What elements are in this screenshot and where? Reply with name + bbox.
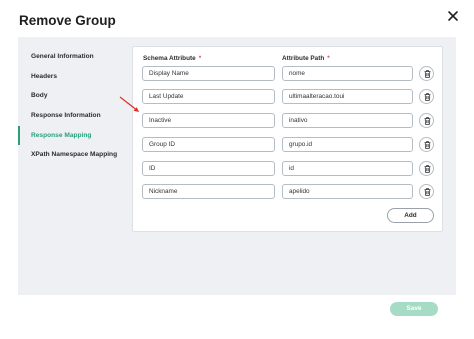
nav-item-headers[interactable]: Headers (18, 69, 130, 89)
close-icon[interactable] (446, 9, 460, 23)
required-mark: * (327, 55, 330, 62)
attribute-path-field[interactable]: ultimaalteracao.toui (282, 89, 413, 104)
nav-item-response-mapping[interactable]: Response Mapping (18, 125, 130, 148)
attribute-path-field[interactable]: nome (282, 66, 413, 81)
add-mapping-button[interactable]: Add (387, 208, 434, 223)
attribute-path-header: Attribute Path * (282, 55, 330, 62)
delete-row-button[interactable] (419, 137, 434, 152)
red-arrow-annotation (118, 95, 142, 120)
trash-icon (424, 93, 430, 101)
required-mark: * (198, 55, 202, 62)
schema-attribute-header: Schema Attribute * (143, 55, 201, 62)
trash-icon (424, 70, 430, 78)
schema-attribute-field[interactable]: Display Name (142, 66, 275, 81)
nav-item-body[interactable]: Body (18, 88, 130, 108)
schema-attribute-field[interactable]: Nickname (142, 184, 275, 199)
schema-attribute-field[interactable]: Last Update (142, 89, 275, 104)
delete-row-button[interactable] (419, 113, 434, 128)
attribute-path-header-label: Attribute Path (282, 55, 325, 62)
save-button[interactable]: Save (390, 302, 438, 316)
schema-attribute-field[interactable]: Group ID (142, 137, 275, 152)
trash-icon (424, 141, 430, 149)
attribute-path-field[interactable]: grupo.id (282, 137, 413, 152)
delete-row-button[interactable] (419, 161, 434, 176)
schema-attribute-header-label: Schema Attribute (143, 55, 196, 62)
schema-attribute-field[interactable]: ID (142, 161, 275, 176)
nav-item-xpath-namespace-mapping[interactable]: XPath Namespace Mapping (18, 147, 130, 167)
delete-row-button[interactable] (419, 184, 434, 199)
nav-item-response-information[interactable]: Response Information (18, 108, 130, 128)
trash-icon (424, 165, 430, 173)
nav-item-general-information[interactable]: General Information (18, 49, 130, 69)
delete-row-button[interactable] (419, 66, 434, 81)
schema-attribute-field[interactable]: Inactive (142, 113, 275, 128)
sidebar-nav: General Information Headers Body Respons… (18, 49, 130, 167)
dialog-title: Remove Group (19, 13, 116, 28)
attribute-path-field[interactable]: inativo (282, 113, 413, 128)
delete-row-button[interactable] (419, 89, 434, 104)
attribute-path-field[interactable]: apelido (282, 184, 413, 199)
attribute-path-field[interactable]: id (282, 161, 413, 176)
trash-icon (424, 188, 430, 196)
trash-icon (424, 117, 430, 125)
